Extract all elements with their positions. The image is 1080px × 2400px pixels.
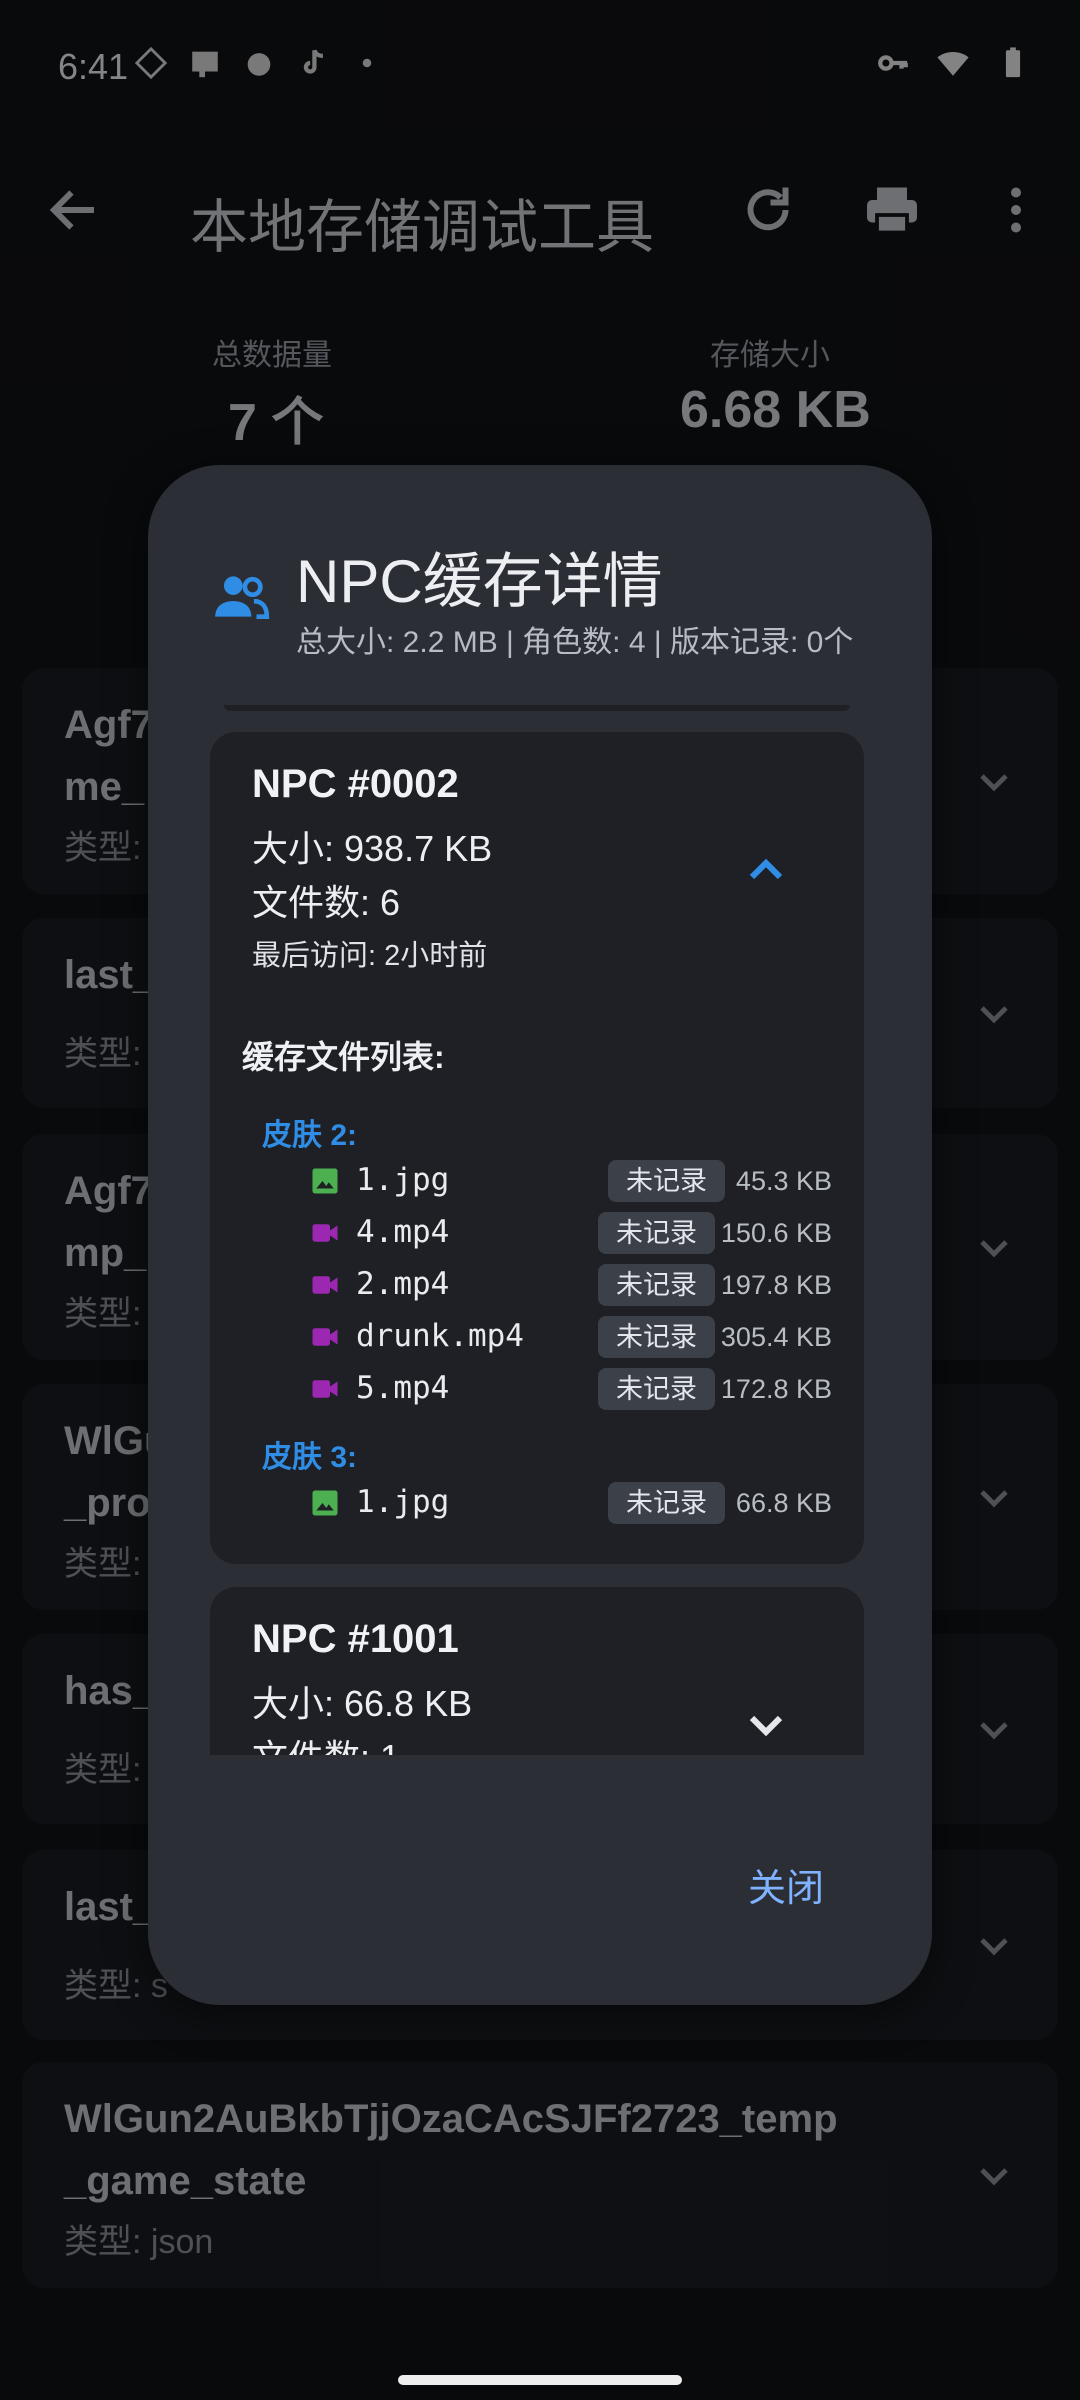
file-size: 305.4 KB [720, 1322, 832, 1352]
file-row: 4.mp4 未记录 150.6 KB [210, 1212, 864, 1258]
npc-file-count: 文件数: 6 [252, 882, 401, 923]
npc-last-access: 最后访问: 2小时前 [252, 940, 488, 972]
file-row: 2.mp4 未记录 197.8 KB [210, 1264, 864, 1310]
dialog-subtitle: 总大小: 2.2 MB | 角色数: 4 | 版本记录: 0个 [296, 626, 854, 659]
status-badge: 未记录 [598, 1212, 715, 1254]
video-icon [312, 1328, 338, 1346]
file-name: drunk.mp4 [356, 1318, 524, 1354]
file-name: 1.jpg [356, 1162, 450, 1198]
video-icon [312, 1380, 338, 1398]
npc-size: 大小: 66.8 KB [252, 1683, 473, 1724]
npc-file-count: 文件数: 1 [252, 1729, 400, 1755]
file-size: 150.6 KB [720, 1218, 832, 1248]
file-name: 4.mp4 [356, 1214, 450, 1250]
image-icon [312, 1168, 338, 1194]
status-badge: 未记录 [598, 1316, 715, 1358]
status-badge: 未记录 [598, 1264, 715, 1306]
npc-title: NPC #1001 [252, 1617, 459, 1661]
dialog-title: NPC缓存详情 [296, 548, 663, 615]
chevron-down-icon[interactable] [738, 1697, 794, 1753]
file-name: 2.mp4 [356, 1266, 450, 1302]
skin-group-title: 皮肤 3: [262, 1441, 358, 1474]
file-row: drunk.mp4 未记录 305.4 KB [210, 1316, 864, 1362]
npc-cache-dialog: NPC缓存详情 总大小: 2.2 MB | 角色数: 4 | 版本记录: 0个 … [148, 465, 932, 2005]
file-row: 1.jpg 未记录 66.8 KB [210, 1482, 864, 1528]
status-badge: 未记录 [598, 1368, 715, 1410]
video-icon [312, 1224, 338, 1242]
file-row: 1.jpg 未记录 45.3 KB [210, 1160, 864, 1206]
file-size: 66.8 KB [735, 1488, 832, 1518]
gesture-nav-handle[interactable] [398, 2375, 682, 2385]
dialog-scroll-area[interactable]: NPC #0002 大小: 938.7 KB 文件数: 6 最后访问: 2小时前… [210, 705, 864, 1755]
npc-card-expanded: NPC #0002 大小: 938.7 KB 文件数: 6 最后访问: 2小时前… [210, 732, 864, 1564]
npc-title: NPC #0002 [252, 762, 459, 806]
file-size: 45.3 KB [735, 1166, 832, 1196]
people-icon [215, 576, 270, 619]
file-name: 5.mp4 [356, 1370, 450, 1406]
npc-card-collapsed[interactable]: NPC #1001 大小: 66.8 KB 文件数: 1 [210, 1587, 864, 1755]
file-row: 5.mp4 未记录 172.8 KB [210, 1368, 864, 1414]
cache-file-list-title: 缓存文件列表: [242, 1039, 445, 1075]
video-icon [312, 1276, 338, 1294]
file-size: 172.8 KB [720, 1374, 832, 1404]
file-name: 1.jpg [356, 1484, 450, 1520]
chevron-up-icon[interactable] [738, 842, 794, 898]
image-icon [312, 1490, 338, 1516]
npc-size: 大小: 938.7 KB [252, 828, 493, 869]
file-size: 197.8 KB [720, 1270, 832, 1300]
previous-npc-card-edge [224, 705, 850, 711]
close-button[interactable]: 关闭 [748, 1857, 824, 1912]
status-badge: 未记录 [608, 1160, 725, 1202]
status-badge: 未记录 [608, 1482, 725, 1524]
skin-group-title: 皮肤 2: [262, 1119, 358, 1152]
